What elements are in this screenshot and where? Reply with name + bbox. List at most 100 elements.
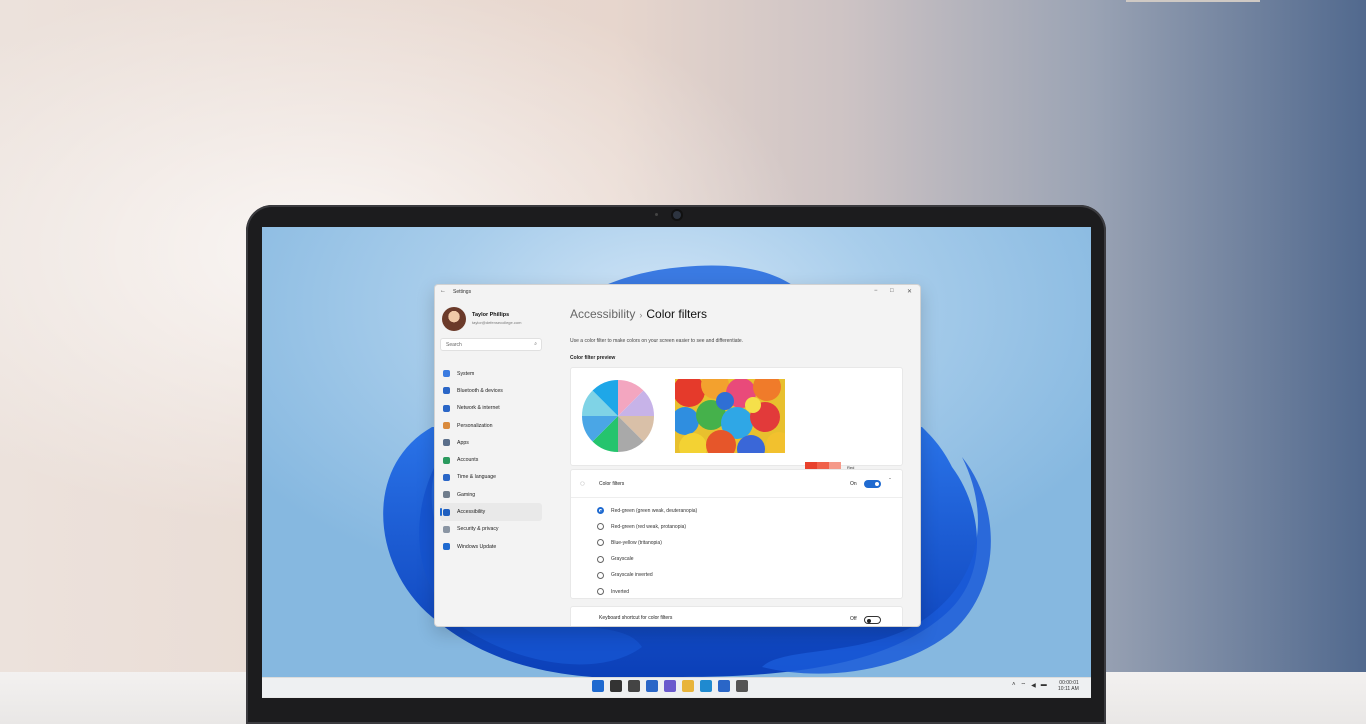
maximize-button[interactable]: □ <box>890 288 894 294</box>
keyboard-shortcut-state: Off <box>850 616 857 622</box>
taskbar-apps <box>592 680 748 692</box>
color-filters-label: Color filters <box>599 481 625 487</box>
task-view-icon[interactable] <box>628 680 640 692</box>
sidebar-item-label: Security & privacy <box>457 526 499 533</box>
profile-name: Taylor Phillips <box>472 312 510 318</box>
radio-label: Grayscale inverted <box>611 572 653 579</box>
color-filter-preview-card: RedOrangeYellowGreenBluePurple <box>570 367 903 534</box>
windows-start-icon[interactable] <box>592 680 604 692</box>
wifi-icon <box>443 404 450 412</box>
sidebar-item-time-language[interactable]: Time & language <box>440 469 542 486</box>
color-filter-option[interactable]: Red-green (red weak, protanopia) <box>597 523 687 531</box>
radio-label: Grayscale <box>611 556 634 563</box>
sidebar-item-label: Accounts <box>457 457 479 464</box>
preview-heading: Color filter preview <box>570 355 616 361</box>
sidebar-item-bluetooth-devices[interactable]: Bluetooth & devices <box>440 382 542 399</box>
radio-label: Blue-yellow (tritanopia) <box>611 539 662 546</box>
brush-icon <box>443 422 450 430</box>
color-filter-option[interactable]: Grayscale inverted <box>597 571 653 579</box>
sidebar-item-personalization[interactable]: Personalization <box>440 417 542 434</box>
apps-icon <box>443 439 450 447</box>
avatar[interactable] <box>442 307 466 331</box>
sidebar-item-label: Apps <box>457 439 469 446</box>
sidebar-item-label: Time & language <box>457 474 497 481</box>
color-filters-state: On <box>850 481 857 487</box>
chat-icon[interactable] <box>664 680 676 692</box>
radio-button[interactable] <box>597 507 604 514</box>
settings-icon[interactable] <box>736 680 748 692</box>
sidebar-item-apps[interactable]: Apps <box>440 434 542 451</box>
store-icon[interactable] <box>718 680 730 692</box>
color-filters-toggle[interactable] <box>864 480 881 488</box>
sidebar-item-security-privacy[interactable]: Security & privacy <box>440 521 542 538</box>
search-placeholder: Search <box>446 342 462 348</box>
sidebar-item-windows-update[interactable]: Windows Update <box>440 538 542 555</box>
color-filter-option[interactable]: Blue-yellow (tritanopia) <box>597 539 662 547</box>
sidebar-item-label: Network & internet <box>457 405 500 412</box>
radio-button[interactable] <box>597 588 604 595</box>
radio-label: Inverted <box>611 588 630 595</box>
search-input[interactable]: Search ⌕ <box>440 338 542 351</box>
person-icon <box>443 456 450 464</box>
file-explorer-icon[interactable] <box>682 680 694 692</box>
sidebar-item-label: Personalization <box>457 422 493 429</box>
umbrellas-photo-preview <box>675 379 785 453</box>
sidebar-item-system[interactable]: System <box>440 365 542 382</box>
keyboard-shortcut-label: Keyboard shortcut for color filters <box>599 615 673 621</box>
radio-label: Red-green (red weak, protanopia) <box>611 523 687 530</box>
color-wheel-preview <box>582 380 654 452</box>
breadcrumb-parent[interactable]: Accessibility <box>570 307 635 321</box>
radio-button[interactable] <box>597 523 604 531</box>
edge-icon[interactable] <box>700 680 712 692</box>
back-arrow-icon[interactable]: ← <box>440 288 446 294</box>
system-tray: ˄ ⌔ ◀ ▬ <box>1012 681 1047 689</box>
close-button[interactable]: ✕ <box>907 288 912 295</box>
webcam <box>673 211 681 219</box>
chevron-up-icon[interactable]: ˆ <box>889 479 891 485</box>
color-filter-icon: ◌ <box>580 479 585 488</box>
chevron-up-icon[interactable]: ˄ <box>1012 682 1016 688</box>
shield-icon <box>443 525 450 533</box>
taskbar-clock[interactable]: 00:00:01 10:11 AM <box>1058 680 1079 692</box>
color-filter-option[interactable]: Inverted <box>597 588 629 595</box>
sidebar-item-label: Bluetooth & devices <box>457 387 503 394</box>
search-icon: ⌕ <box>534 341 537 347</box>
search-icon[interactable] <box>610 680 622 692</box>
sidebar-item-label: System <box>457 370 475 377</box>
divider <box>571 497 902 498</box>
globe-clock-icon <box>443 473 450 481</box>
battery-icon[interactable]: ▬ <box>1041 682 1047 688</box>
clock-date: 10:11 AM <box>1058 686 1079 692</box>
volume-icon[interactable]: ◀ <box>1031 682 1036 689</box>
page-title: Color filters <box>646 307 708 321</box>
sidebar-item-label: Accessibility <box>457 509 486 516</box>
breadcrumb-separator: › <box>639 310 643 320</box>
keyboard-shortcut-toggle[interactable] <box>864 616 881 624</box>
color-filter-option[interactable]: Grayscale <box>597 555 634 563</box>
page-description: Use a color filter to make colors on you… <box>570 338 744 344</box>
sidebar-item-network-internet[interactable]: Network & internet <box>440 400 542 417</box>
background-decoration <box>1126 0 1260 2</box>
monitor-icon <box>443 370 450 378</box>
radio-button[interactable] <box>597 571 604 579</box>
keyboard-shortcut-card: Keyboard shortcut for color filters Off <box>570 606 903 626</box>
breadcrumb: Accessibility › Color filters <box>570 307 707 321</box>
sidebar-item-label: Gaming <box>457 491 476 498</box>
sidebar-item-accounts[interactable]: Accounts <box>440 451 542 468</box>
minimize-button[interactable]: − <box>874 288 878 294</box>
title-bar: ← Settings − □ ✕ <box>435 285 920 299</box>
update-icon <box>443 543 450 551</box>
sidebar-nav: System Bluetooth & devices Network & inter… <box>440 365 542 555</box>
gamepad-icon <box>443 491 450 499</box>
sidebar-item-label: Windows Update <box>457 543 497 550</box>
sidebar-item-gaming[interactable]: Gaming <box>440 486 542 503</box>
radio-button[interactable] <box>597 539 604 547</box>
color-filter-option[interactable]: Red-green (green weak, deuteranopia) <box>597 507 697 514</box>
sidebar-item-accessibility[interactable]: Accessibility <box>440 503 542 521</box>
widgets-icon[interactable] <box>646 680 658 692</box>
window-title: Settings <box>453 289 472 295</box>
radio-button[interactable] <box>597 555 604 563</box>
bluetooth-icon <box>443 387 450 395</box>
wifi-icon[interactable]: ⌔ <box>1021 681 1027 689</box>
profile-email: taylor@defensecollege.com <box>472 320 522 325</box>
